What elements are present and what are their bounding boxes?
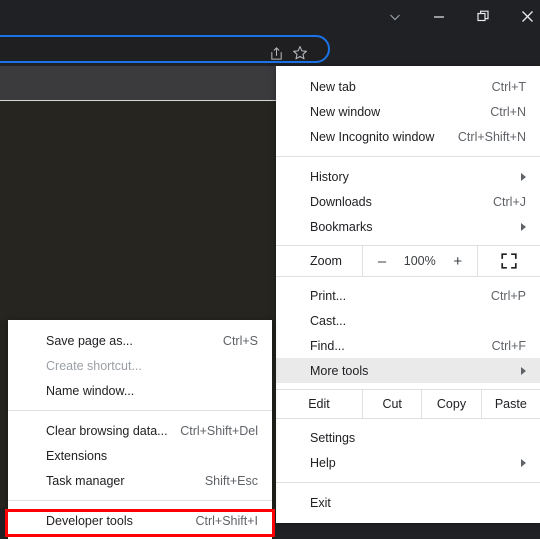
submenu-item-label: Extensions (46, 448, 108, 463)
chevron-right-icon (521, 366, 526, 375)
submenu-item-create-shortcut: Create shortcut... (8, 353, 272, 378)
menu-edit-row: Edit Cut Copy Paste (276, 389, 540, 419)
zoom-controls: – 100% + (362, 246, 478, 276)
browser-toolbar: uO G A (0, 33, 540, 100)
submenu-item-label: Task manager (46, 473, 125, 488)
menu-item-new-window[interactable]: New window Ctrl+N (276, 99, 540, 124)
submenu-item-label: Clear browsing data... (46, 423, 168, 438)
submenu-item-save-page-as[interactable]: Save page as... Ctrl+S (8, 328, 272, 353)
submenu-separator (8, 500, 272, 501)
chevron-right-icon (521, 222, 526, 231)
submenu-item-label: Developer tools (46, 513, 133, 528)
minimize-icon (433, 15, 444, 18)
menu-item-history[interactable]: History (276, 164, 540, 189)
menu-item-more-tools[interactable]: More tools (276, 358, 540, 383)
close-icon (522, 11, 533, 22)
menu-item-help[interactable]: Help (276, 450, 540, 475)
menu-item-label: Settings (310, 430, 356, 445)
chevron-right-icon (521, 172, 526, 181)
menu-item-label: New window (310, 104, 381, 119)
menu-item-label: Cast... (310, 313, 347, 328)
close-button[interactable] (505, 0, 540, 33)
submenu-item-name-window[interactable]: Name window... (8, 378, 272, 403)
menu-item-new-incognito-window[interactable]: New Incognito window Ctrl+Shift+N (276, 124, 540, 149)
menu-item-label: Help (310, 455, 336, 470)
menu-item-accelerator: Ctrl+N (490, 104, 526, 119)
menu-item-label: Print... (310, 288, 347, 303)
menu-item-label: Downloads (310, 194, 372, 209)
submenu-item-accelerator: Shift+Esc (204, 473, 258, 488)
submenu-item-accelerator: Ctrl+Shift+Del (180, 423, 258, 438)
fullscreen-button[interactable] (478, 246, 540, 276)
submenu-item-clear-browsing-data[interactable]: Clear browsing data... Ctrl+Shift+Del (8, 418, 272, 443)
chevron-down-icon (389, 14, 400, 20)
menu-item-bookmarks[interactable]: Bookmarks (276, 214, 540, 239)
menu-item-accelerator: Ctrl+Shift+N (457, 129, 526, 144)
tab-search-button[interactable] (372, 0, 417, 33)
menu-item-exit[interactable]: Exit (276, 490, 540, 515)
zoom-label: Zoom (310, 254, 342, 268)
submenu-item-label: Create shortcut... (46, 358, 142, 373)
submenu-item-accelerator: Ctrl+S (222, 333, 258, 348)
paste-button[interactable]: Paste (480, 390, 540, 418)
browser-window: uO G A (0, 0, 540, 539)
submenu-item-label: Save page as... (46, 333, 133, 348)
address-bar[interactable] (0, 35, 330, 63)
title-bar (0, 0, 540, 33)
chevron-right-icon (521, 458, 526, 467)
menu-item-find[interactable]: Find... Ctrl+F (276, 333, 540, 358)
submenu-item-extensions[interactable]: Extensions (8, 443, 272, 468)
cut-button[interactable]: Cut (362, 390, 421, 418)
menu-item-label: New tab (310, 79, 356, 94)
menu-item-label: Find... (310, 338, 345, 353)
menu-item-label: History (310, 169, 349, 184)
minimize-button[interactable] (416, 0, 461, 33)
menu-item-cast[interactable]: Cast... (276, 308, 540, 333)
submenu-item-accelerator: Ctrl+Shift+I (195, 513, 258, 528)
menu-zoom-row: Zoom – 100% + (276, 245, 540, 277)
menu-separator (276, 482, 540, 483)
menu-item-label: Exit (310, 495, 331, 510)
menu-item-label: Bookmarks (310, 219, 373, 234)
bookmark-star-icon[interactable] (290, 43, 310, 63)
share-icon-glyph (270, 46, 282, 60)
menu-item-accelerator: Ctrl+J (493, 194, 526, 209)
menu-item-print[interactable]: Print... Ctrl+P (276, 283, 540, 308)
zoom-out-button[interactable]: – (378, 254, 386, 269)
fullscreen-icon (501, 253, 517, 269)
edit-label: Edit (308, 397, 330, 411)
menu-separator (276, 156, 540, 157)
submenu-separator (8, 410, 272, 411)
menu-item-downloads[interactable]: Downloads Ctrl+J (276, 189, 540, 214)
submenu-item-task-manager[interactable]: Task manager Shift+Esc (8, 468, 272, 493)
restore-icon (477, 10, 489, 22)
copy-button[interactable]: Copy (421, 390, 480, 418)
chrome-main-menu: New tab Ctrl+T New window Ctrl+N New Inc… (276, 66, 540, 523)
submenu-item-label: Name window... (46, 383, 135, 398)
menu-item-label: New Incognito window (310, 129, 435, 144)
menu-item-accelerator: Ctrl+F (491, 338, 526, 353)
zoom-in-button[interactable]: + (453, 254, 462, 269)
menu-item-new-tab[interactable]: New tab Ctrl+T (276, 74, 540, 99)
submenu-item-developer-tools[interactable]: Developer tools Ctrl+Shift+I (5, 508, 275, 537)
zoom-percent: 100% (403, 254, 436, 268)
star-icon-glyph (293, 46, 307, 60)
menu-item-settings[interactable]: Settings (276, 425, 540, 450)
more-tools-submenu: Save page as... Ctrl+S Create shortcut..… (5, 320, 275, 539)
menu-item-accelerator: Ctrl+P (490, 288, 526, 303)
share-icon[interactable] (266, 43, 286, 63)
restore-button[interactable] (461, 0, 506, 33)
menu-item-accelerator: Ctrl+T (491, 79, 526, 94)
menu-item-label: More tools (310, 363, 369, 378)
